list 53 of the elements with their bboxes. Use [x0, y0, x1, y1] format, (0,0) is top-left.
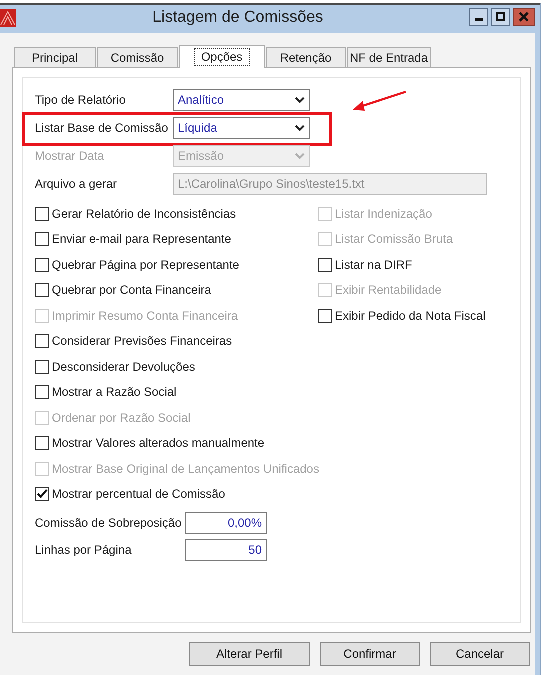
dropdown[interactable]: Líquida — [173, 117, 310, 139]
checkbox-label: Considerar Previsões Financeiras — [52, 333, 232, 350]
field-label: Comissão de Sobreposição — [35, 514, 183, 532]
close-button[interactable] — [513, 8, 535, 26]
maximize-button[interactable] — [491, 8, 510, 26]
checkbox[interactable] — [35, 385, 49, 400]
checkbox[interactable] — [35, 487, 49, 502]
minimize-button[interactable] — [469, 8, 488, 26]
checkbox-label: Desconsiderar Devoluções — [52, 358, 196, 376]
checkbox-label: Exibir Pedido da Nota Fiscal — [335, 308, 486, 325]
app-icon — [0, 9, 16, 27]
checkbox[interactable] — [318, 258, 332, 272]
checkbox[interactable] — [35, 232, 49, 246]
tab[interactable]: Comissão — [97, 47, 178, 67]
maximize-icon — [496, 12, 506, 22]
field-label: Listar Base de Comissão — [35, 120, 170, 137]
checkbox-label: Mostrar Base Original de Lançamentos Unificados — [52, 460, 320, 478]
checkbox-label: Mostrar Valores alterados manualmente — [52, 435, 265, 452]
field-label: Tipo de Relatório — [35, 92, 127, 109]
window-title: Listagem de Comissões — [152, 8, 324, 28]
checkbox[interactable] — [35, 258, 49, 272]
input-field[interactable]: 0,00% — [185, 512, 267, 534]
checkbox-label: Listar Comissão Bruta — [335, 231, 454, 248]
dialog-button[interactable]: Cancelar — [430, 642, 530, 666]
close-icon — [519, 12, 529, 22]
tab[interactable]: Retenção — [266, 47, 346, 67]
checkbox[interactable] — [35, 436, 49, 450]
checkbox-label: Exibir Rentabilidade — [335, 282, 442, 300]
checkbox[interactable] — [35, 360, 49, 374]
checkbox[interactable] — [318, 308, 332, 323]
tab[interactable]: NF de Entrada — [347, 47, 431, 67]
dialog-button[interactable]: Alterar Perfil — [189, 642, 310, 666]
field-label: Linhas por Página — [35, 542, 133, 558]
tab[interactable]: Opções — [179, 45, 265, 68]
field-label: Arquivo a gerar — [35, 176, 118, 193]
tab[interactable]: Principal — [14, 47, 96, 67]
checkbox[interactable] — [35, 334, 49, 348]
checkbox[interactable] — [35, 283, 49, 298]
dialog-button[interactable]: Confirmar — [320, 642, 420, 666]
checkbox-label: Quebrar por Conta Financeira — [52, 282, 212, 300]
checkbox-label: Quebrar Página por Representante — [52, 256, 240, 274]
checkbox[interactable] — [35, 206, 49, 221]
field-label: Mostrar Data — [35, 148, 106, 165]
checkbox-label: Enviar e-mail para Representante — [52, 231, 232, 248]
checkbox-label: Gerar Relatório de Inconsistências — [52, 206, 236, 223]
checkbox-label: Listar na DIRF — [335, 256, 412, 274]
checkbox-label: Mostrar a Razão Social — [52, 384, 177, 402]
checkbox-label: Ordenar por Razão Social — [52, 410, 191, 427]
checkbox-label: Imprimir Resumo Conta Financeira — [52, 308, 238, 325]
checkbox-label: Listar Indenização — [335, 206, 432, 223]
dropdown[interactable]: Analítico — [173, 89, 310, 111]
input-field[interactable]: 50 — [185, 538, 267, 560]
checkbox-label: Mostrar percentual de Comissão — [52, 486, 226, 504]
